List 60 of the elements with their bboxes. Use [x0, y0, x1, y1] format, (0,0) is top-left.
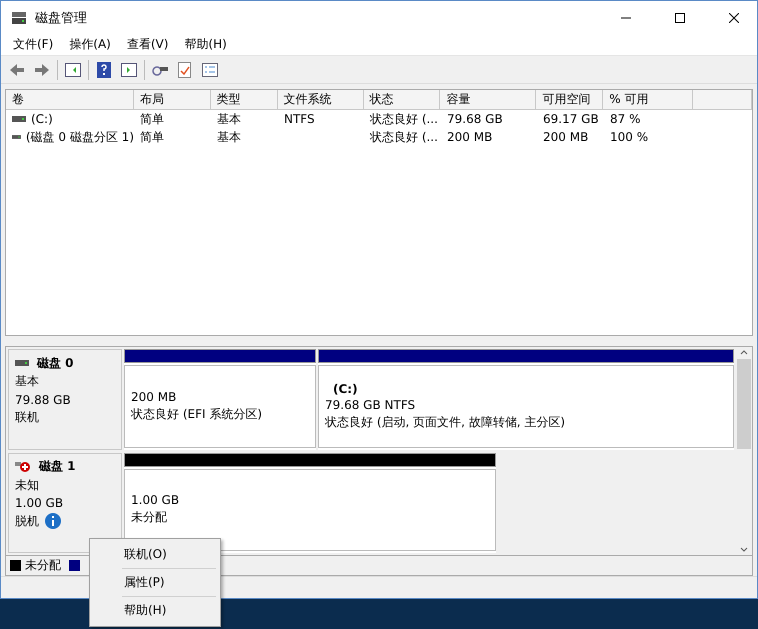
- column-header[interactable]: 可用空间: [536, 90, 604, 110]
- partition-detail: 状态良好 (启动, 页面文件, 故障转储, 主分区): [325, 414, 566, 431]
- table-cell: 100 %: [610, 130, 648, 144]
- table-cell: 87 %: [610, 112, 640, 126]
- partition-detail: 未分配: [131, 509, 168, 526]
- partition-detail: 200 MB: [131, 390, 178, 404]
- disk-detail: 79.88 GB: [15, 392, 71, 406]
- disk-detail: 脱机: [15, 512, 39, 530]
- table-cell: 简单: [140, 110, 164, 128]
- offline-disk-icon: [15, 460, 31, 472]
- context-menu-item[interactable]: 帮助(H): [92, 597, 218, 624]
- legend-label: 未分配: [25, 557, 61, 574]
- window-title: 磁盘管理: [35, 10, 88, 26]
- table-cell: 基本: [217, 110, 241, 128]
- context-menu-item[interactable]: 属性(P): [92, 569, 218, 596]
- disk-info-panel[interactable]: 磁盘 1 未知 1.00 GB 脱机: [8, 452, 122, 553]
- menu-item[interactable]: 帮助(H): [176, 34, 235, 56]
- maximize-icon: [675, 12, 685, 22]
- partition-detail: 1.00 GB: [131, 493, 180, 508]
- partition-detail: 状态良好 (EFI 系统分区): [131, 406, 264, 423]
- disk-management-icon: [11, 10, 27, 24]
- disk-detail: 1.00 GB: [15, 496, 64, 510]
- disk-name: 磁盘 1: [39, 458, 76, 475]
- table-cell: 状态良好 (...: [370, 110, 438, 128]
- partition-panel[interactable]: (C:) 79.68 GB NTFS 状态良好 (启动, 页面文件, 故障转储, 主分区): [318, 365, 734, 448]
- table-cell: (磁盘 0 磁盘分区 1): [26, 128, 134, 146]
- table-cell: 79.68 GB: [447, 112, 503, 126]
- partition-detail: 79.68 GB NTFS: [325, 398, 416, 412]
- column-header[interactable]: 卷: [6, 90, 134, 110]
- drive-icon: [15, 359, 29, 367]
- drive-icon: [12, 133, 21, 141]
- table-cell: 69.17 GB: [543, 112, 599, 126]
- table-cell: 基本: [217, 128, 241, 146]
- help-button[interactable]: [94, 60, 114, 80]
- info-icon: [45, 513, 61, 529]
- partition-title: (C:): [332, 382, 359, 396]
- column-header[interactable]: % 可用: [603, 90, 694, 110]
- column-header[interactable]: 类型: [210, 90, 278, 110]
- column-header[interactable]: 状态: [364, 90, 440, 110]
- table-cell: 简单: [140, 128, 164, 146]
- drive-icon: [12, 115, 26, 123]
- disk-detail: 未知: [15, 476, 39, 494]
- disk-detail: 联机: [15, 409, 39, 426]
- menu-item[interactable]: 文件(F): [5, 34, 62, 56]
- disk-info-panel[interactable]: 磁盘 0 基本 79.88 GB 联机: [8, 349, 122, 450]
- table-cell: 200 MB: [447, 130, 492, 144]
- partition-panel[interactable]: 200 MB 状态良好 (EFI 系统分区): [124, 365, 316, 448]
- table-cell: 200 MB: [543, 130, 588, 144]
- disk-name: 磁盘 0: [37, 354, 74, 372]
- table-cell: NTFS: [284, 112, 315, 126]
- table-cell: 状态良好 (...: [370, 128, 438, 146]
- disk-detail: 基本: [15, 373, 39, 390]
- table-cell: (C:): [31, 112, 53, 126]
- column-header[interactable]: 容量: [440, 90, 536, 110]
- close-icon: [729, 12, 739, 22]
- column-header[interactable]: 文件系统: [278, 90, 364, 110]
- scrollbar[interactable]: [736, 347, 752, 555]
- menu-item[interactable]: 查看(V): [118, 34, 176, 56]
- column-header[interactable]: 布局: [134, 90, 211, 110]
- menu-item[interactable]: 操作(A): [61, 34, 119, 56]
